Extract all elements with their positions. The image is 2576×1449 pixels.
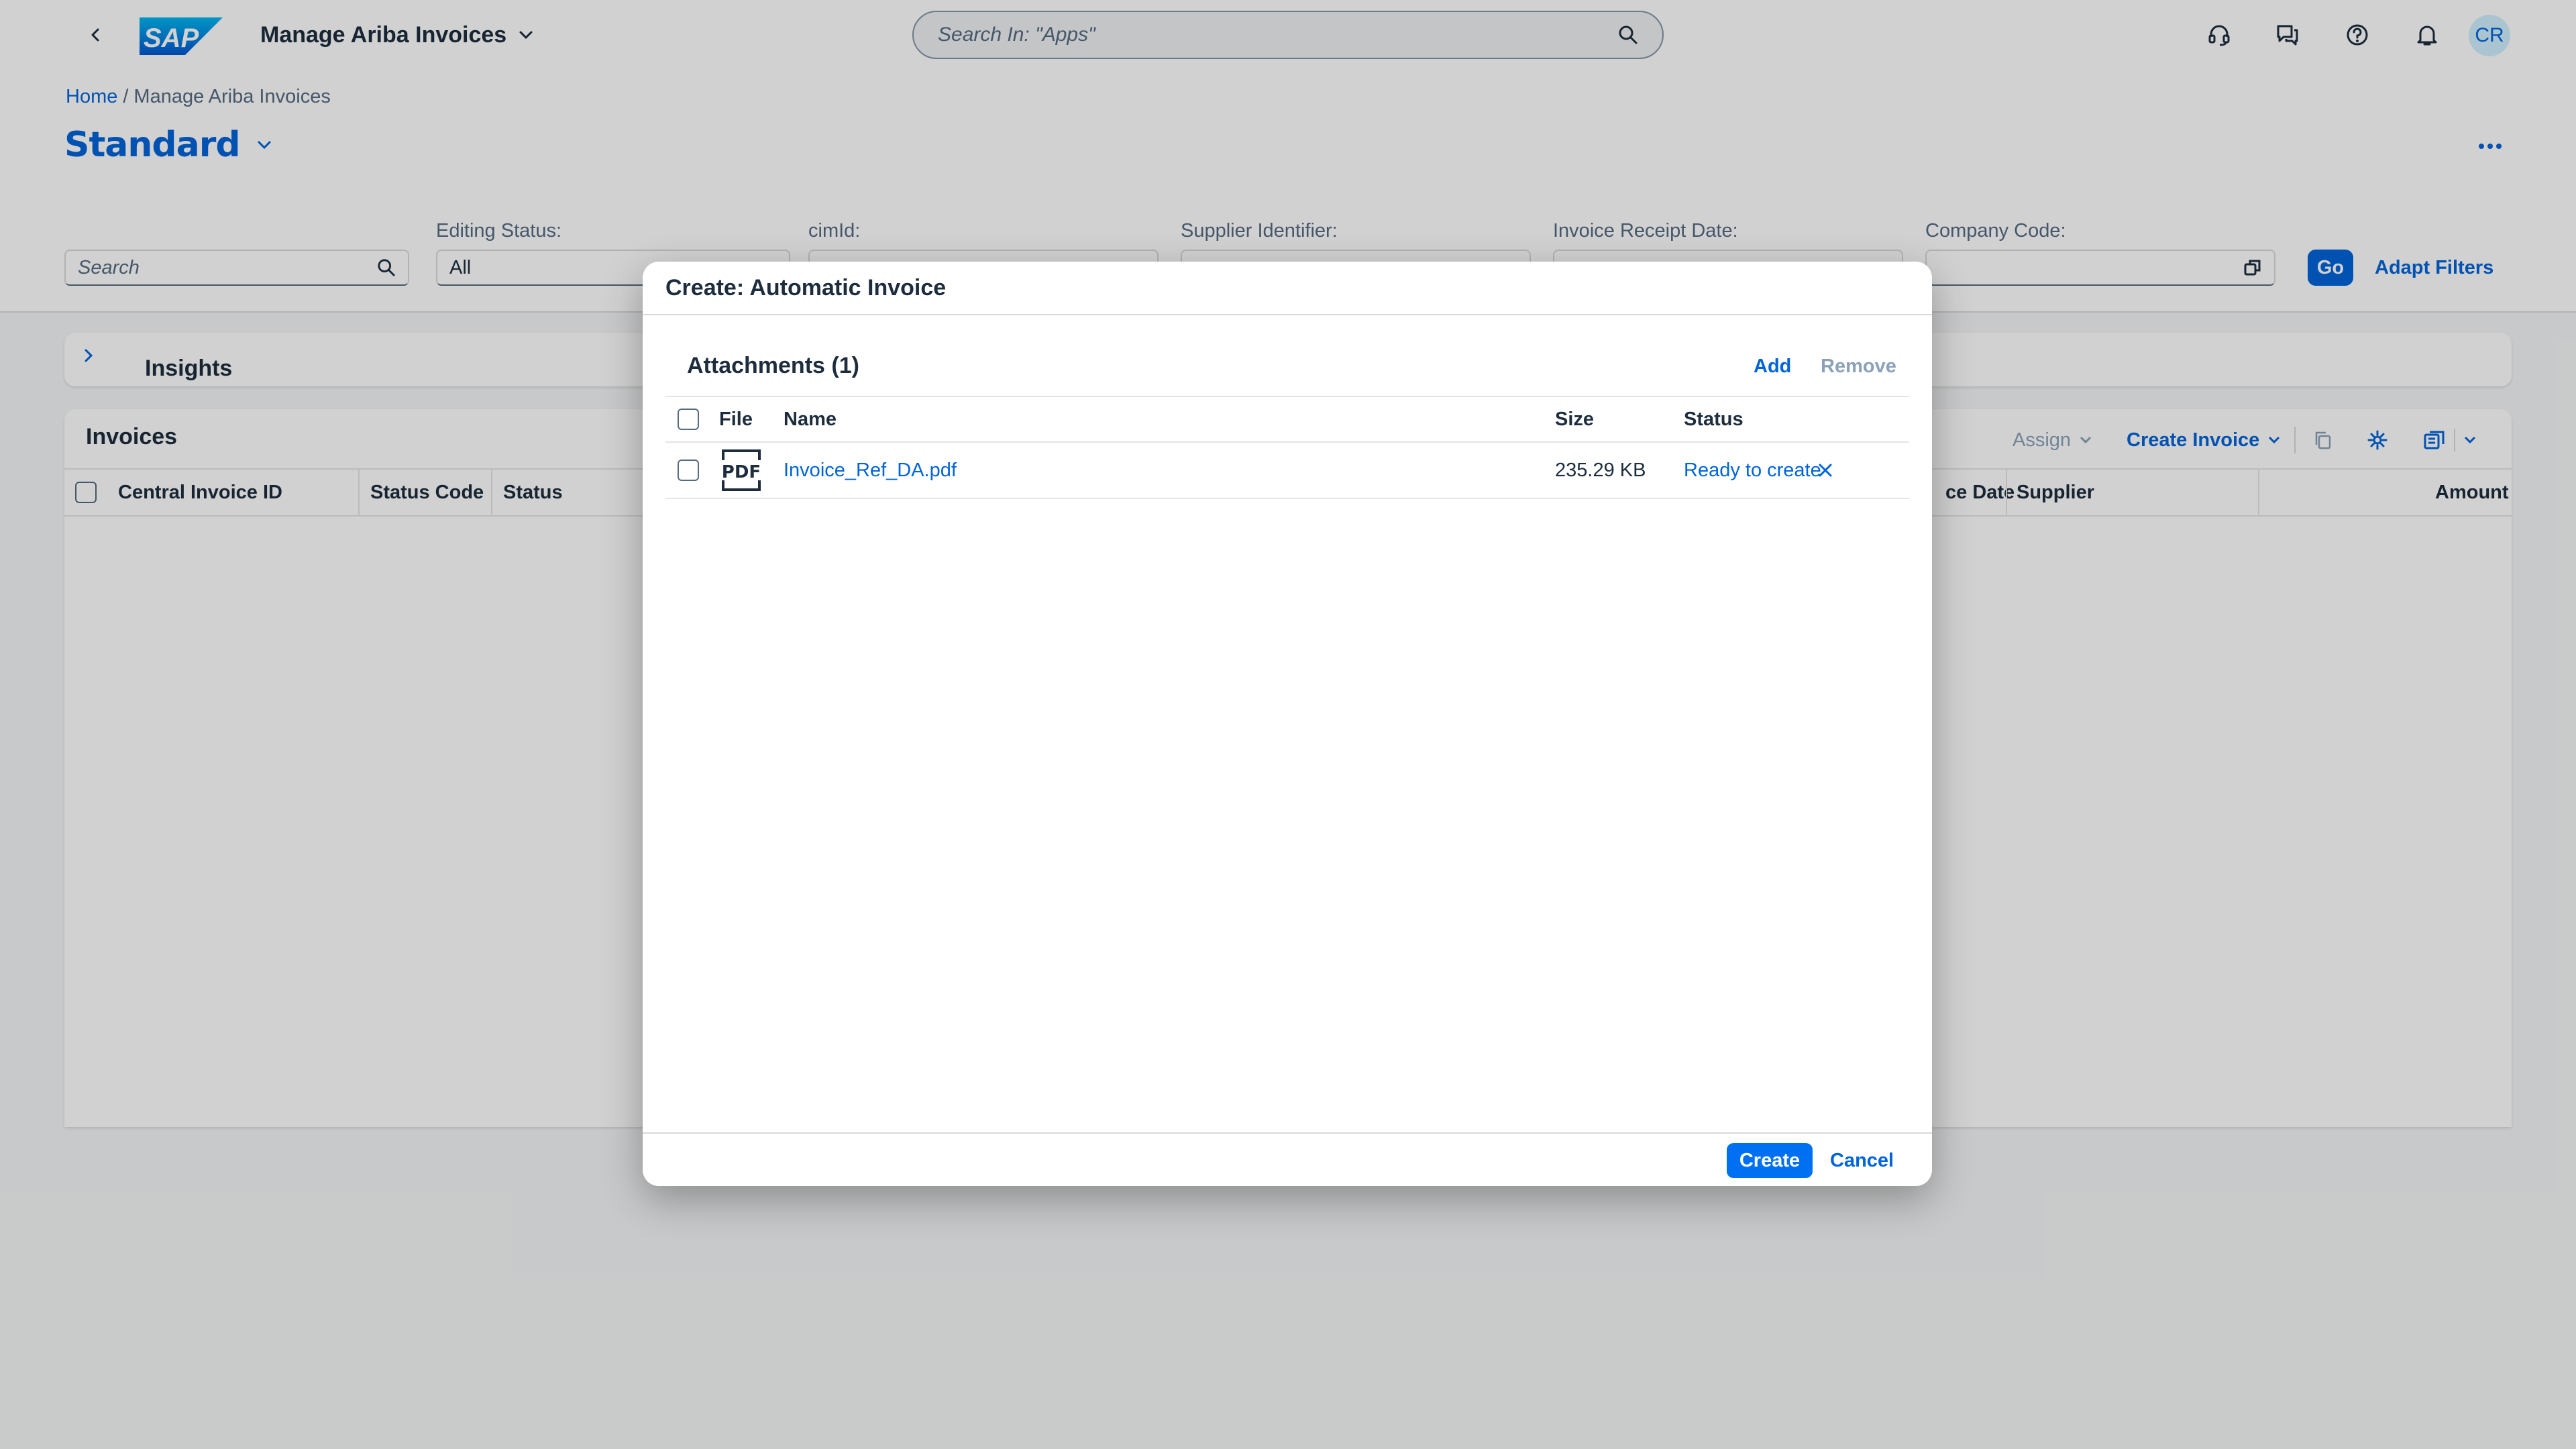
col-status: Status	[1684, 408, 1743, 430]
create-button[interactable]: Create	[1727, 1143, 1813, 1178]
dialog-header: Create: Automatic Invoice	[643, 262, 1932, 315]
attachments-header-row: File Name Size Status	[665, 396, 1909, 443]
col-size: Size	[1555, 408, 1595, 430]
col-name: Name	[784, 408, 837, 430]
dialog-title: Create: Automatic Invoice	[665, 275, 947, 301]
attachment-name-link[interactable]: Invoice_Ref_DA.pdf	[784, 443, 957, 498]
dialog-footer: Create Cancel	[643, 1132, 1932, 1186]
remove-attachment-button[interactable]: Remove	[1821, 356, 1896, 378]
attachment-size: 235.29 KB	[1555, 459, 1646, 481]
close-icon	[1819, 464, 1832, 477]
attachments-title: Attachments (1)	[687, 353, 859, 378]
attachment-checkbox[interactable]	[678, 460, 699, 481]
create-automatic-invoice-dialog: Create: Automatic Invoice Attachments (1…	[643, 262, 1932, 1186]
select-all-attachments-checkbox[interactable]	[678, 409, 699, 430]
cancel-button[interactable]: Cancel	[1830, 1143, 1894, 1178]
select-all-attachments-cell	[678, 397, 699, 441]
attachment-file-cell: PDF	[719, 443, 763, 498]
col-file: File	[719, 408, 753, 430]
create-label: Create	[1739, 1149, 1801, 1171]
cancel-label: Cancel	[1830, 1149, 1894, 1171]
attachment-row: PDF Invoice_Ref_DA.pdf 235.29 KB Ready t…	[665, 443, 1909, 499]
svg-text:PDF: PDF	[722, 462, 761, 482]
attachment-select-cell	[678, 443, 699, 498]
attachment-status: Ready to create	[1684, 459, 1821, 481]
pdf-file-icon: PDF	[722, 449, 761, 491]
add-attachment-button[interactable]: Add	[1754, 356, 1791, 378]
delete-attachment-button[interactable]	[1817, 443, 1834, 498]
